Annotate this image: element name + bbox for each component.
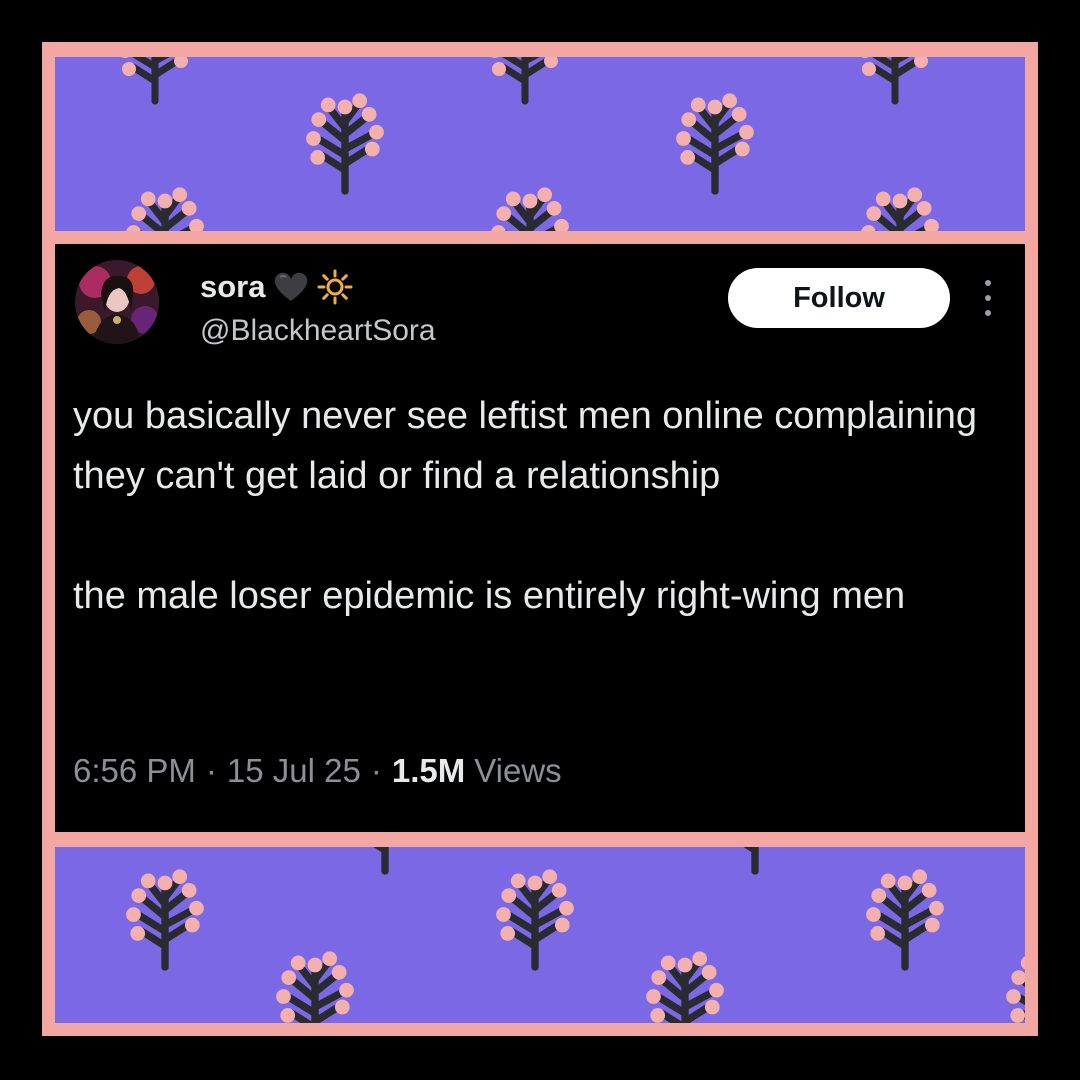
coral-sprig	[861, 187, 939, 231]
views-label: Views	[474, 752, 562, 789]
views-count: 1.5M	[391, 752, 466, 789]
coral-sprig	[646, 951, 724, 1023]
profile-photo-icon	[75, 260, 159, 344]
coral-sprig	[491, 57, 558, 105]
user-handle[interactable]: @BlackheartSora	[200, 314, 436, 348]
decorative-pattern-top	[55, 57, 1025, 231]
coral-sprig	[126, 187, 204, 231]
coral-sprig	[126, 869, 204, 971]
coral-sprig	[676, 93, 754, 195]
coral-sprig	[306, 93, 384, 195]
sun-icon	[317, 269, 353, 305]
coral-sprig	[1006, 956, 1025, 1023]
meta-separator: ·	[205, 752, 217, 789]
coral-sprig	[861, 57, 928, 105]
more-vertical-icon[interactable]	[980, 280, 996, 316]
coral-sprig	[276, 951, 354, 1023]
name-row: sora	[200, 268, 353, 306]
display-name[interactable]: sora	[200, 269, 265, 305]
coral-sprig	[373, 847, 389, 875]
tweet-time[interactable]: 6:56 PM	[73, 752, 196, 790]
follow-button[interactable]: Follow	[728, 268, 950, 328]
coral-pattern-top-graphic	[121, 57, 939, 231]
tweet-meta: 6:56 PM · 15 Jul 25 · 1.5M Views	[73, 752, 562, 790]
coral-sprig	[866, 869, 944, 971]
decorative-pattern-bottom	[55, 847, 1025, 1023]
tweet-card: sora @BlackheartSora Follow you basicall…	[55, 244, 1025, 832]
meta-separator: ·	[370, 752, 382, 789]
tweet-text: you basically never see leftist men onli…	[73, 386, 1003, 626]
tweet-paragraph: you basically never see leftist men onli…	[73, 395, 978, 497]
avatar[interactable]	[75, 260, 159, 344]
tweet-date[interactable]: 15 Jul 25	[227, 752, 361, 790]
coral-sprig	[121, 57, 188, 105]
black-heart-icon	[273, 271, 309, 303]
coral-sprig	[743, 847, 759, 875]
tweet-paragraph: the male loser epidemic is entirely righ…	[73, 575, 906, 617]
coral-sprig	[496, 869, 574, 971]
coral-pattern-bottom-graphic	[126, 847, 1025, 1023]
coral-sprig	[491, 187, 569, 231]
